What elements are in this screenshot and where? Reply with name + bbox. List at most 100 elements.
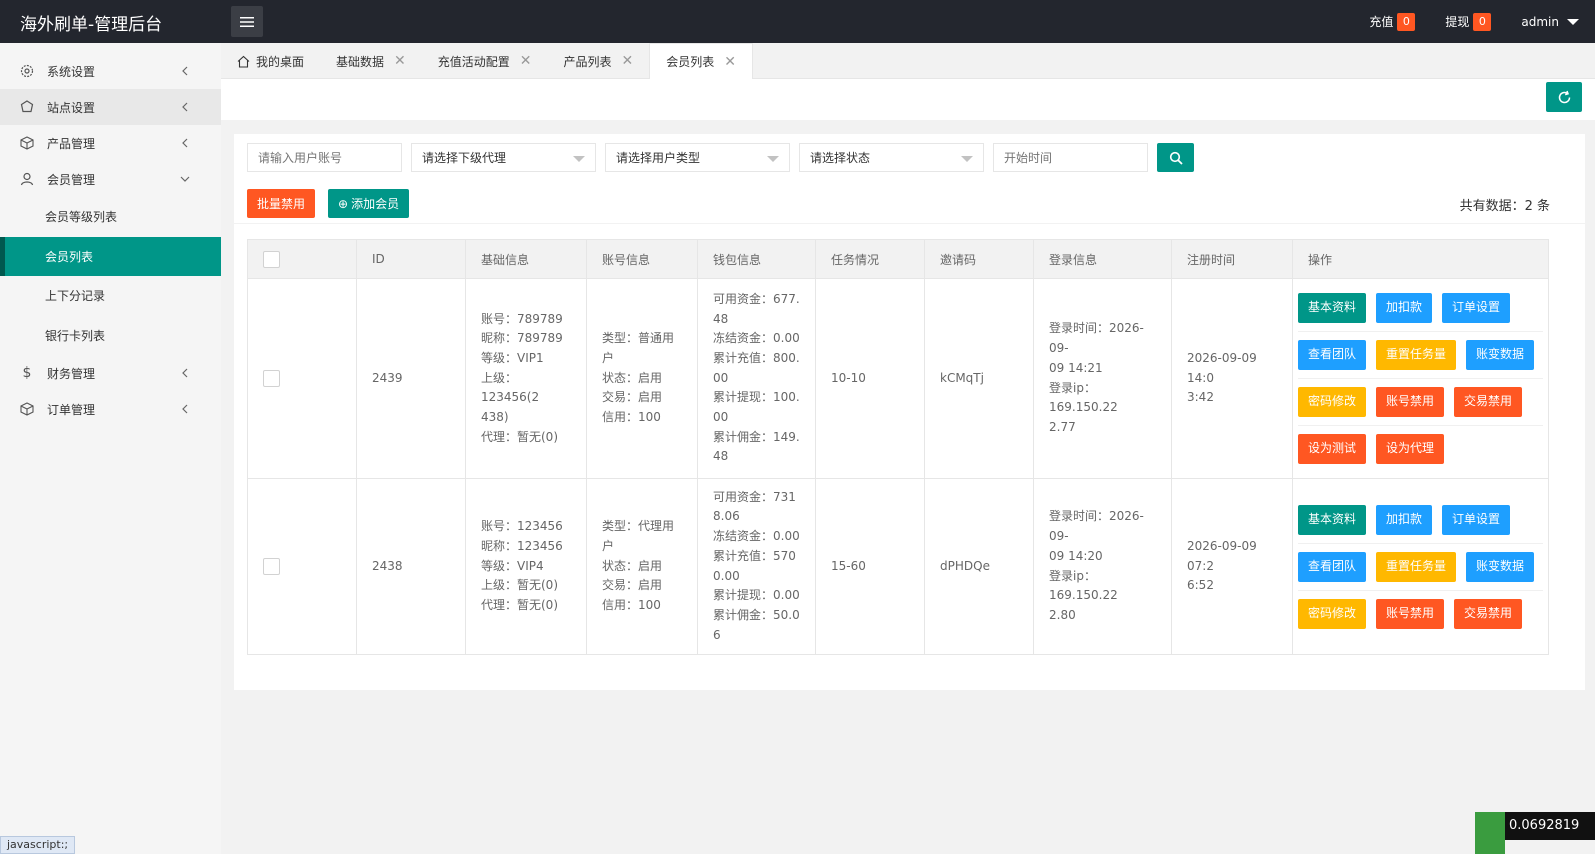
user-menu[interactable]: admin: [1521, 15, 1579, 29]
sidebar-item-orders[interactable]: 订单管理: [0, 391, 221, 427]
tab-product-list[interactable]: 产品列表 ✕: [548, 43, 650, 79]
row-checkbox[interactable]: [263, 369, 280, 387]
wallet-info-cell-line: 冻结资金：0.00: [713, 331, 800, 346]
register-time-cell-line: 2026-09-09 14:0: [1187, 350, 1257, 385]
sidebar-item-system[interactable]: 系统设置: [0, 53, 221, 89]
wallet-info-cell-line: 累计佣金：50.0: [713, 607, 800, 622]
operation-button[interactable]: 账号禁用: [1376, 598, 1445, 629]
refresh-button[interactable]: [1546, 82, 1582, 112]
menu-toggle-button[interactable]: [231, 6, 263, 37]
sidebar-item-label: 财务管理: [47, 366, 96, 381]
operation-button[interactable]: 查看团队: [1298, 551, 1367, 582]
account-info-cell-line: 类型：代理用: [602, 519, 675, 534]
basic-info-cell-line: 等级：VIP4: [481, 558, 544, 573]
operation-button-group: 查看团队 重置任务量 账变数据: [1298, 332, 1543, 379]
operation-button-group: 基本资料 加扣款 订单设置: [1298, 285, 1543, 332]
column-header: 注册时间: [1171, 239, 1293, 279]
login-info-cell-line: 登录ip：169.150.22: [1049, 380, 1118, 415]
operation-button[interactable]: 密码修改: [1298, 387, 1367, 417]
recharge-label: 充值: [1369, 15, 1394, 29]
wallet-info-cell-line: 累计提现：100.: [713, 390, 800, 405]
basic-info-cell-line: 昵称：789789: [481, 331, 563, 346]
tab-member-list[interactable]: 会员列表 ✕: [649, 43, 754, 79]
wallet-info-cell-line: 累计充值：570: [713, 548, 796, 563]
batch-disable-button[interactable]: 批量禁用: [247, 189, 316, 218]
tab-desktop[interactable]: 我的桌面: [221, 43, 320, 79]
close-icon[interactable]: ✕: [622, 53, 634, 69]
checkbox-cell: [247, 278, 357, 479]
chevron-left-icon: [182, 368, 188, 378]
sidebar-item-member[interactable]: 会员管理: [0, 161, 221, 197]
table-row: 2438 账号：123456 昵称：123456 等级：VIP4 上级：暂无(0) 代理：…: [247, 478, 1549, 655]
status-select[interactable]: 请选择状态: [799, 143, 984, 172]
recharge-notice[interactable]: 充值 0: [1369, 12, 1416, 31]
sidebar-sub-member-list[interactable]: 会员列表: [0, 236, 221, 276]
sidebar-item-finance[interactable]: $ 财务管理: [0, 355, 221, 391]
tab-recharge-config[interactable]: 充值活动配置 ✕: [422, 43, 548, 79]
operation-button[interactable]: 密码修改: [1298, 598, 1367, 629]
search-form: 请选择下级代理 请选择用户类型 请选择状态: [247, 143, 1194, 172]
dropdown-arrow-icon: [961, 156, 973, 162]
sidebar-sub-bank-cards[interactable]: 银行卡列表: [0, 316, 221, 356]
dropdown-arrow-icon: [767, 156, 779, 162]
sidebar-sub-member-level[interactable]: 会员等级列表: [0, 197, 221, 237]
wallet-info-cell-line: 可用资金：677.: [713, 291, 800, 306]
operation-button-group: 设为测试 设为代理: [1298, 426, 1543, 472]
agent-select[interactable]: 请选择下级代理: [411, 143, 596, 172]
wallet-info-cell: 可用资金：731 8.06 冻结资金：0.00 累计充值：570 0.00 累计提现：0.…: [697, 478, 816, 655]
login-info-cell-line: 2.80: [1049, 607, 1076, 622]
row-checkbox[interactable]: [263, 557, 280, 575]
corner-value: 0.0692819: [1505, 812, 1595, 840]
wallet-info-cell-line: 00: [713, 410, 729, 425]
operation-button[interactable]: 查看团队: [1298, 340, 1367, 370]
user-type-select[interactable]: 请选择用户类型: [605, 143, 790, 172]
account-info-cell-line: 状态：启用: [602, 370, 663, 385]
sidebar-sub-balance-log[interactable]: 上下分记录: [0, 276, 221, 316]
operation-button[interactable]: 加扣款: [1376, 504, 1433, 535]
basic-info-cell-line: 代理：暂无(0): [481, 429, 558, 444]
operation-button[interactable]: 设为测试: [1298, 434, 1367, 464]
plus-circle-icon: ⊕: [338, 196, 349, 211]
operation-button[interactable]: 交易禁用: [1454, 598, 1523, 629]
operation-button[interactable]: 账号禁用: [1376, 387, 1445, 417]
home-icon: [237, 55, 250, 68]
wallet-info-cell-line: 累计充值：800.: [713, 350, 800, 365]
basic-info-cell-line: 438): [481, 410, 509, 425]
close-icon[interactable]: ✕: [394, 53, 406, 69]
refresh-icon: [1558, 90, 1570, 103]
operation-button[interactable]: 设为代理: [1376, 434, 1445, 464]
account-info-cell-line: 户: [602, 350, 615, 365]
operation-button[interactable]: 订单设置: [1442, 504, 1511, 535]
operation-button[interactable]: 账变数据: [1466, 340, 1535, 370]
operation-button[interactable]: 重置任务量: [1376, 551, 1457, 582]
content-card: 请选择下级代理 请选择用户类型 请选择状态 批量禁用 ⊕ 添加会员 共有数据：2…: [234, 134, 1585, 690]
user-type-select-value: 请选择用户类型: [616, 151, 701, 165]
select-all-checkbox[interactable]: [263, 250, 280, 268]
withdraw-notice[interactable]: 提现 0: [1445, 12, 1492, 31]
operation-button[interactable]: 基本资料: [1298, 293, 1367, 323]
close-icon[interactable]: ✕: [520, 53, 532, 69]
task-cell: 15-60: [815, 478, 925, 655]
sidebar-item-product[interactable]: 产品管理: [0, 125, 221, 161]
sidebar-item-site[interactable]: 站点设置: [0, 89, 221, 125]
id-cell: 2438: [356, 478, 466, 655]
add-member-button[interactable]: ⊕ 添加会员: [328, 189, 410, 218]
operation-button[interactable]: 账变数据: [1466, 551, 1535, 582]
operation-button[interactable]: 交易禁用: [1454, 387, 1523, 417]
operation-button[interactable]: 基本资料: [1298, 504, 1367, 535]
search-icon: [1169, 151, 1183, 165]
account-search-input[interactable]: [247, 143, 402, 172]
column-header: 钱包信息: [697, 239, 816, 279]
search-button[interactable]: [1157, 143, 1194, 172]
operation-button[interactable]: 加扣款: [1376, 293, 1433, 323]
operation-button[interactable]: 订单设置: [1442, 293, 1511, 323]
operation-button[interactable]: 重置任务量: [1376, 340, 1457, 370]
start-time-input[interactable]: [993, 143, 1148, 172]
account-info-cell: 类型：代理用户状态：启用 交易：启用 信用：100: [586, 478, 698, 655]
tab-basic-data[interactable]: 基础数据 ✕: [320, 43, 422, 79]
dropdown-arrow-icon: [573, 156, 585, 162]
status-select-value: 请选择状态: [810, 151, 871, 165]
wallet-info-cell-line: 冻结资金：0.00: [713, 529, 800, 544]
box-icon: [20, 136, 34, 150]
close-icon[interactable]: ✕: [724, 54, 736, 70]
